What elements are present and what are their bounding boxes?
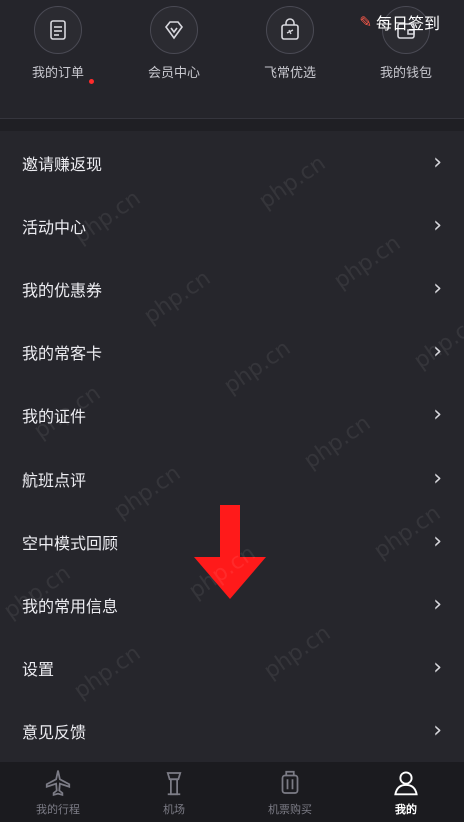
notification-dot bbox=[89, 79, 94, 84]
chevron-right-icon: › bbox=[433, 465, 442, 491]
diamond-icon bbox=[150, 6, 198, 54]
menu-item-label: 空中模式回顾 bbox=[22, 533, 119, 553]
menu-item-activity[interactable]: 活动中心 › bbox=[0, 194, 464, 257]
chevron-right-icon: › bbox=[433, 212, 442, 238]
menu-item-invite[interactable]: 邀请赚返现 › bbox=[0, 131, 464, 194]
tab-label: 我的行程 bbox=[36, 802, 80, 816]
menu-item-label: 我的常客卡 bbox=[22, 344, 103, 364]
down-arrow-annotation-icon bbox=[194, 505, 266, 599]
tab-airport[interactable]: 机场 bbox=[116, 762, 232, 822]
menu-item-settings[interactable]: 设置 › bbox=[0, 637, 464, 700]
menu-item-label: 邀请赚返现 bbox=[22, 154, 103, 174]
chevron-right-icon: › bbox=[433, 528, 442, 554]
tab-label: 我的 bbox=[395, 802, 417, 816]
menu-list: 邀请赚返现 › 活动中心 › 我的优惠券 › 我的常客卡 › 我的证件 › 航班… bbox=[0, 131, 464, 763]
section-divider bbox=[0, 119, 464, 131]
menu-item-label: 意见反馈 bbox=[22, 723, 87, 743]
chevron-right-icon: › bbox=[433, 339, 442, 365]
bottom-tab-bar: 我的行程 机场 机票购买 我的 bbox=[0, 762, 464, 822]
chevron-right-icon: › bbox=[433, 591, 442, 617]
quick-link-label: 我的钱包 bbox=[379, 66, 432, 81]
menu-item-label: 航班点评 bbox=[22, 470, 87, 490]
checkin-button[interactable]: ✎ 每日签到 bbox=[359, 10, 440, 34]
tab-me[interactable]: 我的 bbox=[348, 762, 464, 822]
menu-item-label: 我的证件 bbox=[22, 407, 87, 427]
chevron-right-icon: › bbox=[433, 655, 442, 681]
menu-item-coupons[interactable]: 我的优惠券 › bbox=[0, 257, 464, 320]
tab-my-trips[interactable]: 我的行程 bbox=[0, 762, 116, 822]
pencil-icon: ✎ bbox=[359, 13, 372, 31]
quick-link-shop[interactable]: 飞常优选 bbox=[232, 6, 348, 81]
menu-item-flight-reviews[interactable]: 航班点评 › bbox=[0, 447, 464, 510]
menu-item-label: 我的优惠券 bbox=[22, 280, 103, 300]
quick-link-label: 飞常优选 bbox=[263, 66, 316, 81]
menu-item-label: 我的常用信息 bbox=[22, 596, 119, 616]
menu-item-label: 设置 bbox=[22, 660, 55, 680]
chevron-right-icon: › bbox=[433, 149, 442, 175]
chevron-right-icon: › bbox=[433, 718, 442, 744]
checkin-label: 每日签到 bbox=[375, 14, 440, 33]
airplane-icon bbox=[45, 769, 71, 796]
order-icon bbox=[34, 6, 82, 54]
menu-item-label: 活动中心 bbox=[22, 217, 87, 237]
menu-item-documents[interactable]: 我的证件 › bbox=[0, 384, 464, 447]
menu-item-feedback[interactable]: 意见反馈 › bbox=[0, 700, 464, 763]
quick-link-orders[interactable]: 我的订单 bbox=[0, 6, 116, 81]
person-icon bbox=[394, 770, 418, 795]
tab-label: 机场 bbox=[163, 802, 185, 816]
shopping-bag-icon bbox=[266, 6, 314, 54]
chevron-right-icon: › bbox=[433, 402, 442, 428]
chevron-right-icon: › bbox=[433, 275, 442, 301]
quick-link-label: 我的订单 bbox=[31, 66, 84, 81]
tab-label: 机票购买 bbox=[268, 802, 312, 816]
menu-item-frequent-flyer[interactable]: 我的常客卡 › bbox=[0, 321, 464, 384]
control-tower-icon bbox=[166, 771, 182, 795]
luggage-icon bbox=[281, 770, 299, 794]
tab-ticket-purchase[interactable]: 机票购买 bbox=[232, 762, 348, 822]
quick-link-label: 会员中心 bbox=[147, 66, 200, 81]
header-area: 我的订单 会员中心 飞常优选 我的钱包 ✎ 每日签到 bbox=[0, 0, 464, 119]
quick-link-membership[interactable]: 会员中心 bbox=[116, 6, 232, 81]
